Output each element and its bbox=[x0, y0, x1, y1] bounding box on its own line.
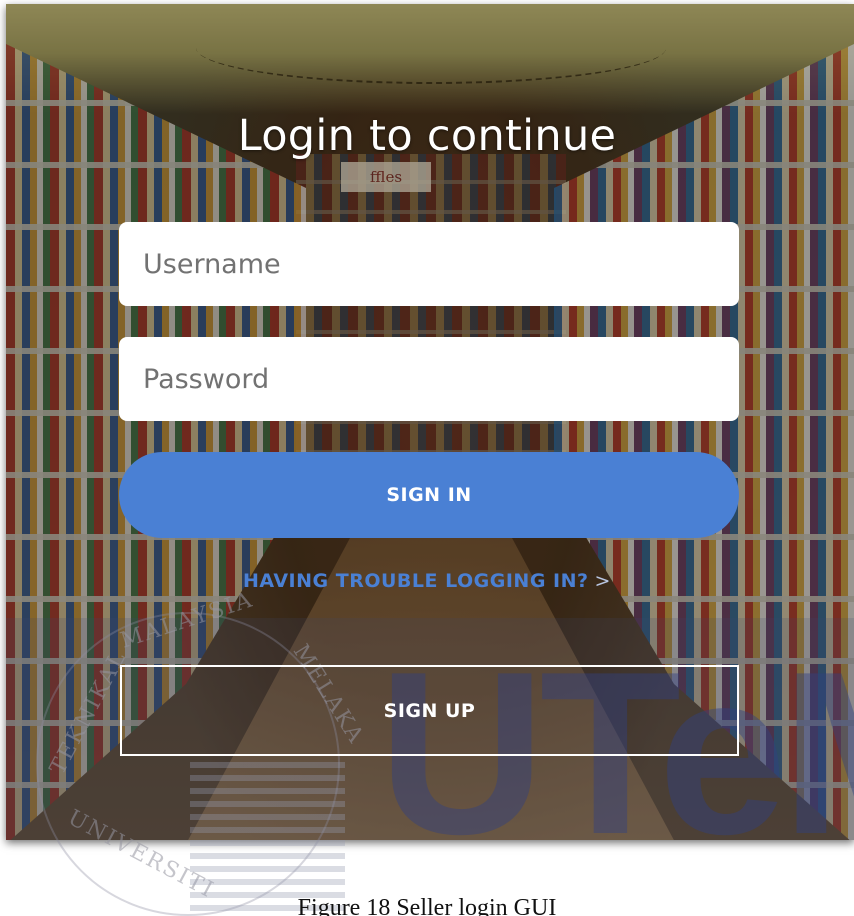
trouble-logging-in-link[interactable]: HAVING TROUBLE LOGGING IN? > bbox=[0, 570, 854, 592]
chevron-right-icon: > bbox=[594, 570, 611, 592]
page-title: Login to continue bbox=[237, 111, 617, 161]
username-input[interactable] bbox=[143, 248, 739, 280]
sign-up-label: SIGN UP bbox=[383, 699, 476, 722]
figure-caption: Figure 18 Seller login GUI bbox=[297, 895, 557, 916]
sign-in-label: SIGN IN bbox=[386, 484, 472, 506]
password-field[interactable] bbox=[119, 337, 739, 421]
sign-up-button[interactable]: SIGN UP bbox=[120, 665, 739, 756]
trouble-logging-in-label: HAVING TROUBLE LOGGING IN? bbox=[243, 570, 589, 592]
page: ffles MALAYSIA TEKNIKAL MELAKA UNIVERSIT… bbox=[0, 0, 854, 916]
sign-in-button[interactable]: SIGN IN bbox=[119, 452, 739, 538]
username-field[interactable] bbox=[119, 222, 739, 306]
password-input[interactable] bbox=[143, 363, 739, 395]
